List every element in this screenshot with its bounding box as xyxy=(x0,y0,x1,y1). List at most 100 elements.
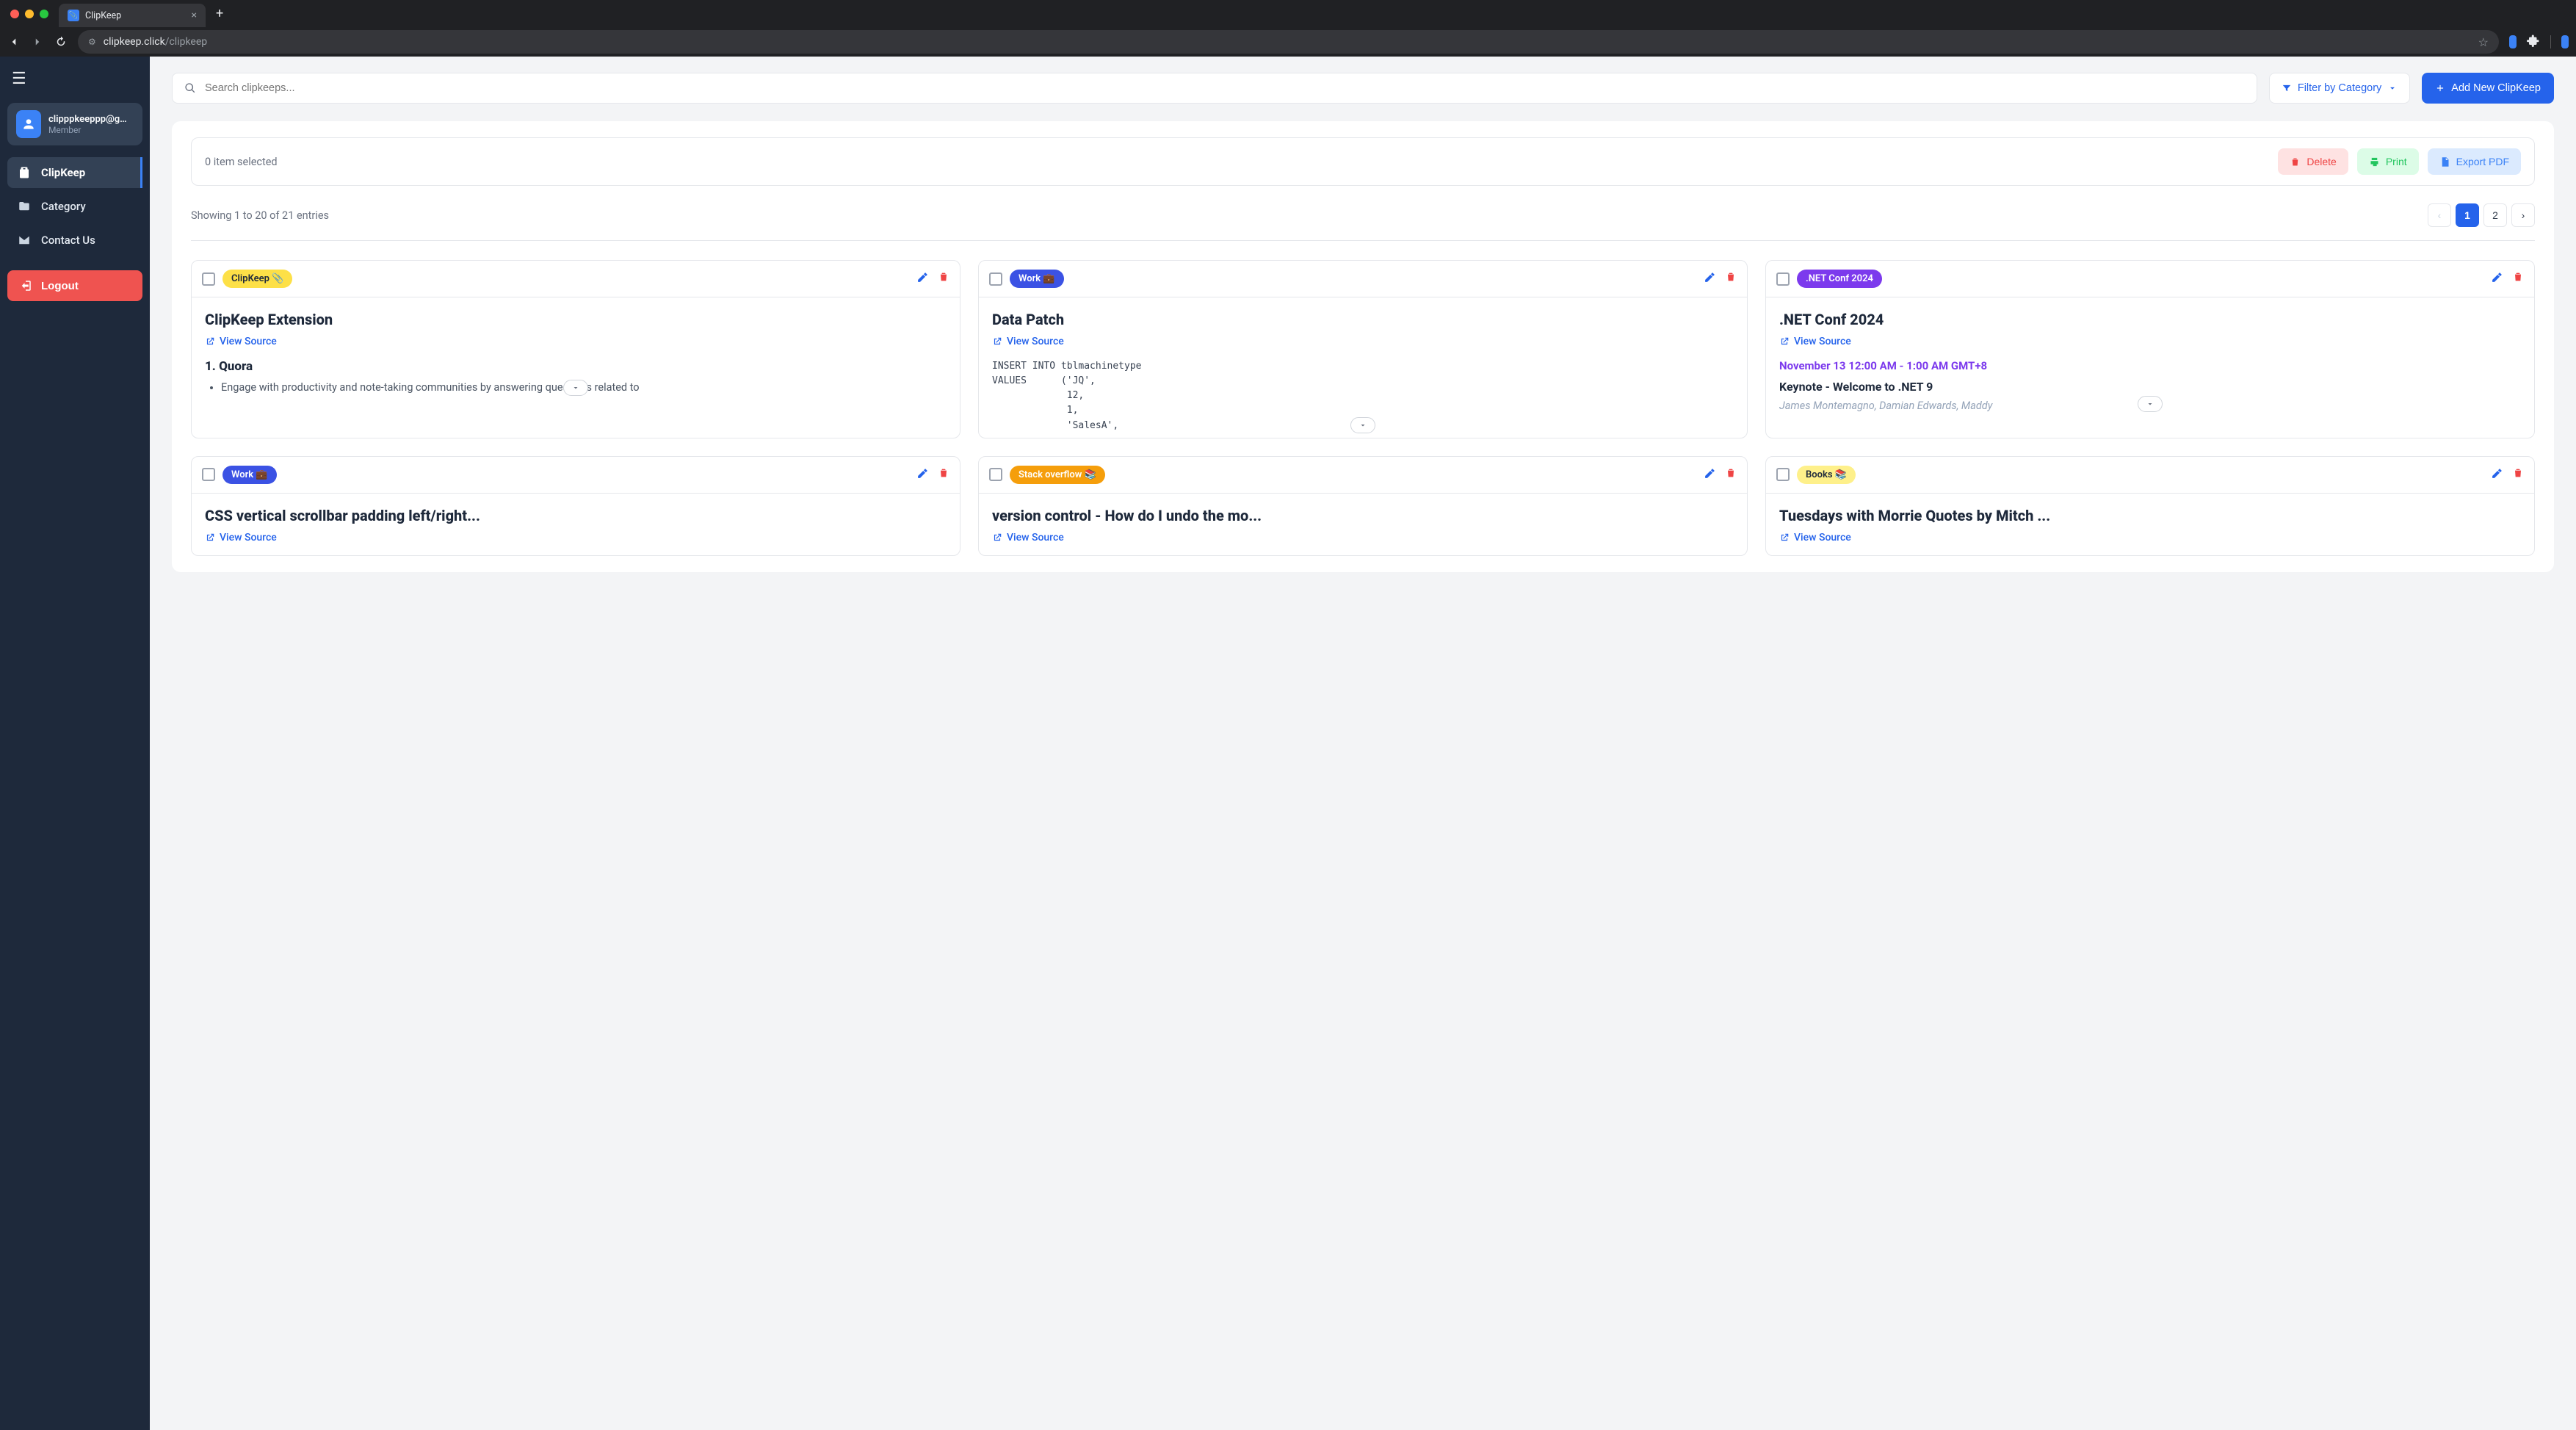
sidebar-item-label: Contact Us xyxy=(41,234,95,247)
card-title: CSS vertical scrollbar padding left/righ… xyxy=(205,507,947,524)
selection-actions: Delete Print Export PDF xyxy=(2278,148,2521,175)
maximize-window-icon[interactable] xyxy=(40,10,48,18)
minimize-window-icon[interactable] xyxy=(25,10,34,18)
browser-right-icons xyxy=(2509,34,2569,50)
card-title: .NET Conf 2024 xyxy=(1779,311,2521,328)
sidebar-item-label: ClipKeep xyxy=(41,166,85,179)
main-content: Filter by Category Add New ClipKeep 0 it… xyxy=(150,57,2576,1430)
view-source-link[interactable]: View Source xyxy=(992,336,1734,347)
folder-icon xyxy=(18,200,31,213)
browser-tab-bar: 📎 ClipKeep × + xyxy=(0,0,2576,27)
chevron-down-icon xyxy=(2146,400,2154,408)
url-bar[interactable]: ⚙ clipkeep.click/clipkeep ☆ xyxy=(78,30,2499,54)
expand-toggle[interactable] xyxy=(2138,396,2163,412)
category-tag[interactable]: Books 📚 xyxy=(1797,466,1856,484)
trash-icon[interactable] xyxy=(1725,467,1737,483)
user-role: Member xyxy=(48,125,134,135)
view-source-link[interactable]: View Source xyxy=(205,336,947,347)
file-export-icon xyxy=(2439,156,2450,167)
search-box[interactable] xyxy=(172,73,2257,104)
trash-icon[interactable] xyxy=(2512,271,2524,286)
card-checkbox[interactable] xyxy=(1776,272,1790,286)
card-checkbox[interactable] xyxy=(989,272,1002,286)
print-button[interactable]: Print xyxy=(2357,148,2419,175)
external-link-icon xyxy=(992,336,1002,347)
card-checkbox[interactable] xyxy=(202,468,215,481)
close-window-icon[interactable] xyxy=(10,10,19,18)
user-card[interactable]: clipppkeeppp@gmai... Member xyxy=(7,103,142,145)
add-clipkeep-button[interactable]: Add New ClipKeep xyxy=(2422,73,2554,104)
divider xyxy=(2550,35,2551,48)
window-controls xyxy=(10,10,48,18)
pager-text: Showing 1 to 20 of 21 entries xyxy=(191,209,329,222)
bookmark-star-icon[interactable]: ☆ xyxy=(2478,35,2489,49)
app-root: ☰ clipppkeeppp@gmai... Member ClipKeep C… xyxy=(0,57,2576,1430)
category-tag[interactable]: .NET Conf 2024 xyxy=(1797,270,1882,288)
new-tab-button[interactable]: + xyxy=(216,6,223,21)
category-tag[interactable]: Work 💼 xyxy=(222,466,277,484)
card-checkbox[interactable] xyxy=(989,468,1002,481)
profile-icon[interactable] xyxy=(2561,35,2569,48)
clip-card: Books 📚 Tuesdays with Morrie Quotes by M… xyxy=(1765,456,2535,556)
selection-bar: 0 item selected Delete Print Export PDF xyxy=(191,137,2535,186)
expand-toggle[interactable] xyxy=(563,380,588,396)
site-info-icon[interactable]: ⚙ xyxy=(88,37,96,47)
pager-page-2[interactable]: 2 xyxy=(2483,203,2507,227)
selection-text: 0 item selected xyxy=(205,156,278,168)
browser-tab[interactable]: 📎 ClipKeep × xyxy=(59,4,206,27)
clip-card: Work 💼 Data Patch View Source xyxy=(978,260,1748,438)
view-source-link[interactable]: View Source xyxy=(205,532,947,544)
pager-next-button[interactable]: › xyxy=(2511,203,2535,227)
view-source-link[interactable]: View Source xyxy=(1779,336,2521,347)
tab-close-icon[interactable]: × xyxy=(192,10,197,21)
external-link-icon xyxy=(1779,532,1790,543)
edit-icon[interactable] xyxy=(1704,271,1716,286)
category-tag[interactable]: ClipKeep 📎 xyxy=(222,270,292,288)
search-input[interactable] xyxy=(205,82,2245,94)
delete-button[interactable]: Delete xyxy=(2278,148,2348,175)
pager-prev-button[interactable]: ‹ xyxy=(2428,203,2451,227)
avatar-icon xyxy=(16,110,41,138)
export-pdf-button[interactable]: Export PDF xyxy=(2428,148,2521,175)
chevron-down-icon xyxy=(1358,421,1367,430)
view-source-link[interactable]: View Source xyxy=(1779,532,2521,544)
sidebar-item-category[interactable]: Category xyxy=(7,191,142,222)
external-link-icon xyxy=(1779,336,1790,347)
pager: ‹ 1 2 › xyxy=(2428,203,2535,227)
logout-button[interactable]: Logout xyxy=(7,270,142,301)
sidebar-item-contact[interactable]: Contact Us xyxy=(7,225,142,256)
edit-icon[interactable] xyxy=(2491,467,2503,483)
extension-icon[interactable] xyxy=(2509,35,2517,48)
reload-icon[interactable] xyxy=(54,35,68,48)
card-body: ClipKeep Extension View Source 1. Quora … xyxy=(192,297,960,400)
card-body: .NET Conf 2024 View Source November 13 1… xyxy=(1766,297,2534,416)
logout-label: Logout xyxy=(41,280,79,292)
trash-icon[interactable] xyxy=(938,467,949,483)
trash-icon[interactable] xyxy=(2512,467,2524,483)
edit-icon[interactable] xyxy=(916,271,929,286)
forward-icon[interactable] xyxy=(31,35,44,48)
back-icon[interactable] xyxy=(7,35,21,48)
category-tag[interactable]: Stack overflow 📚 xyxy=(1010,466,1105,484)
hamburger-icon[interactable]: ☰ xyxy=(12,70,138,88)
external-link-icon xyxy=(992,532,1002,543)
expand-toggle[interactable] xyxy=(1350,417,1375,433)
card-title: ClipKeep Extension xyxy=(205,311,947,328)
chevron-down-icon xyxy=(2387,83,2398,93)
trash-icon[interactable] xyxy=(938,271,949,286)
edit-icon[interactable] xyxy=(2491,271,2503,286)
trash-icon[interactable] xyxy=(1725,271,1737,286)
view-source-link[interactable]: View Source xyxy=(992,532,1734,544)
category-tag[interactable]: Work 💼 xyxy=(1010,270,1064,288)
extensions-menu-icon[interactable] xyxy=(2527,34,2540,50)
sidebar-nav: ClipKeep Category Contact Us xyxy=(7,157,142,256)
pager-page-1[interactable]: 1 xyxy=(2456,203,2479,227)
plus-icon xyxy=(2435,83,2445,93)
edit-icon[interactable] xyxy=(916,467,929,483)
delete-label: Delete xyxy=(2307,156,2336,167)
edit-icon[interactable] xyxy=(1704,467,1716,483)
card-checkbox[interactable] xyxy=(1776,468,1790,481)
filter-category-button[interactable]: Filter by Category xyxy=(2269,73,2410,104)
sidebar-item-clipkeep[interactable]: ClipKeep xyxy=(7,157,142,188)
card-checkbox[interactable] xyxy=(202,272,215,286)
